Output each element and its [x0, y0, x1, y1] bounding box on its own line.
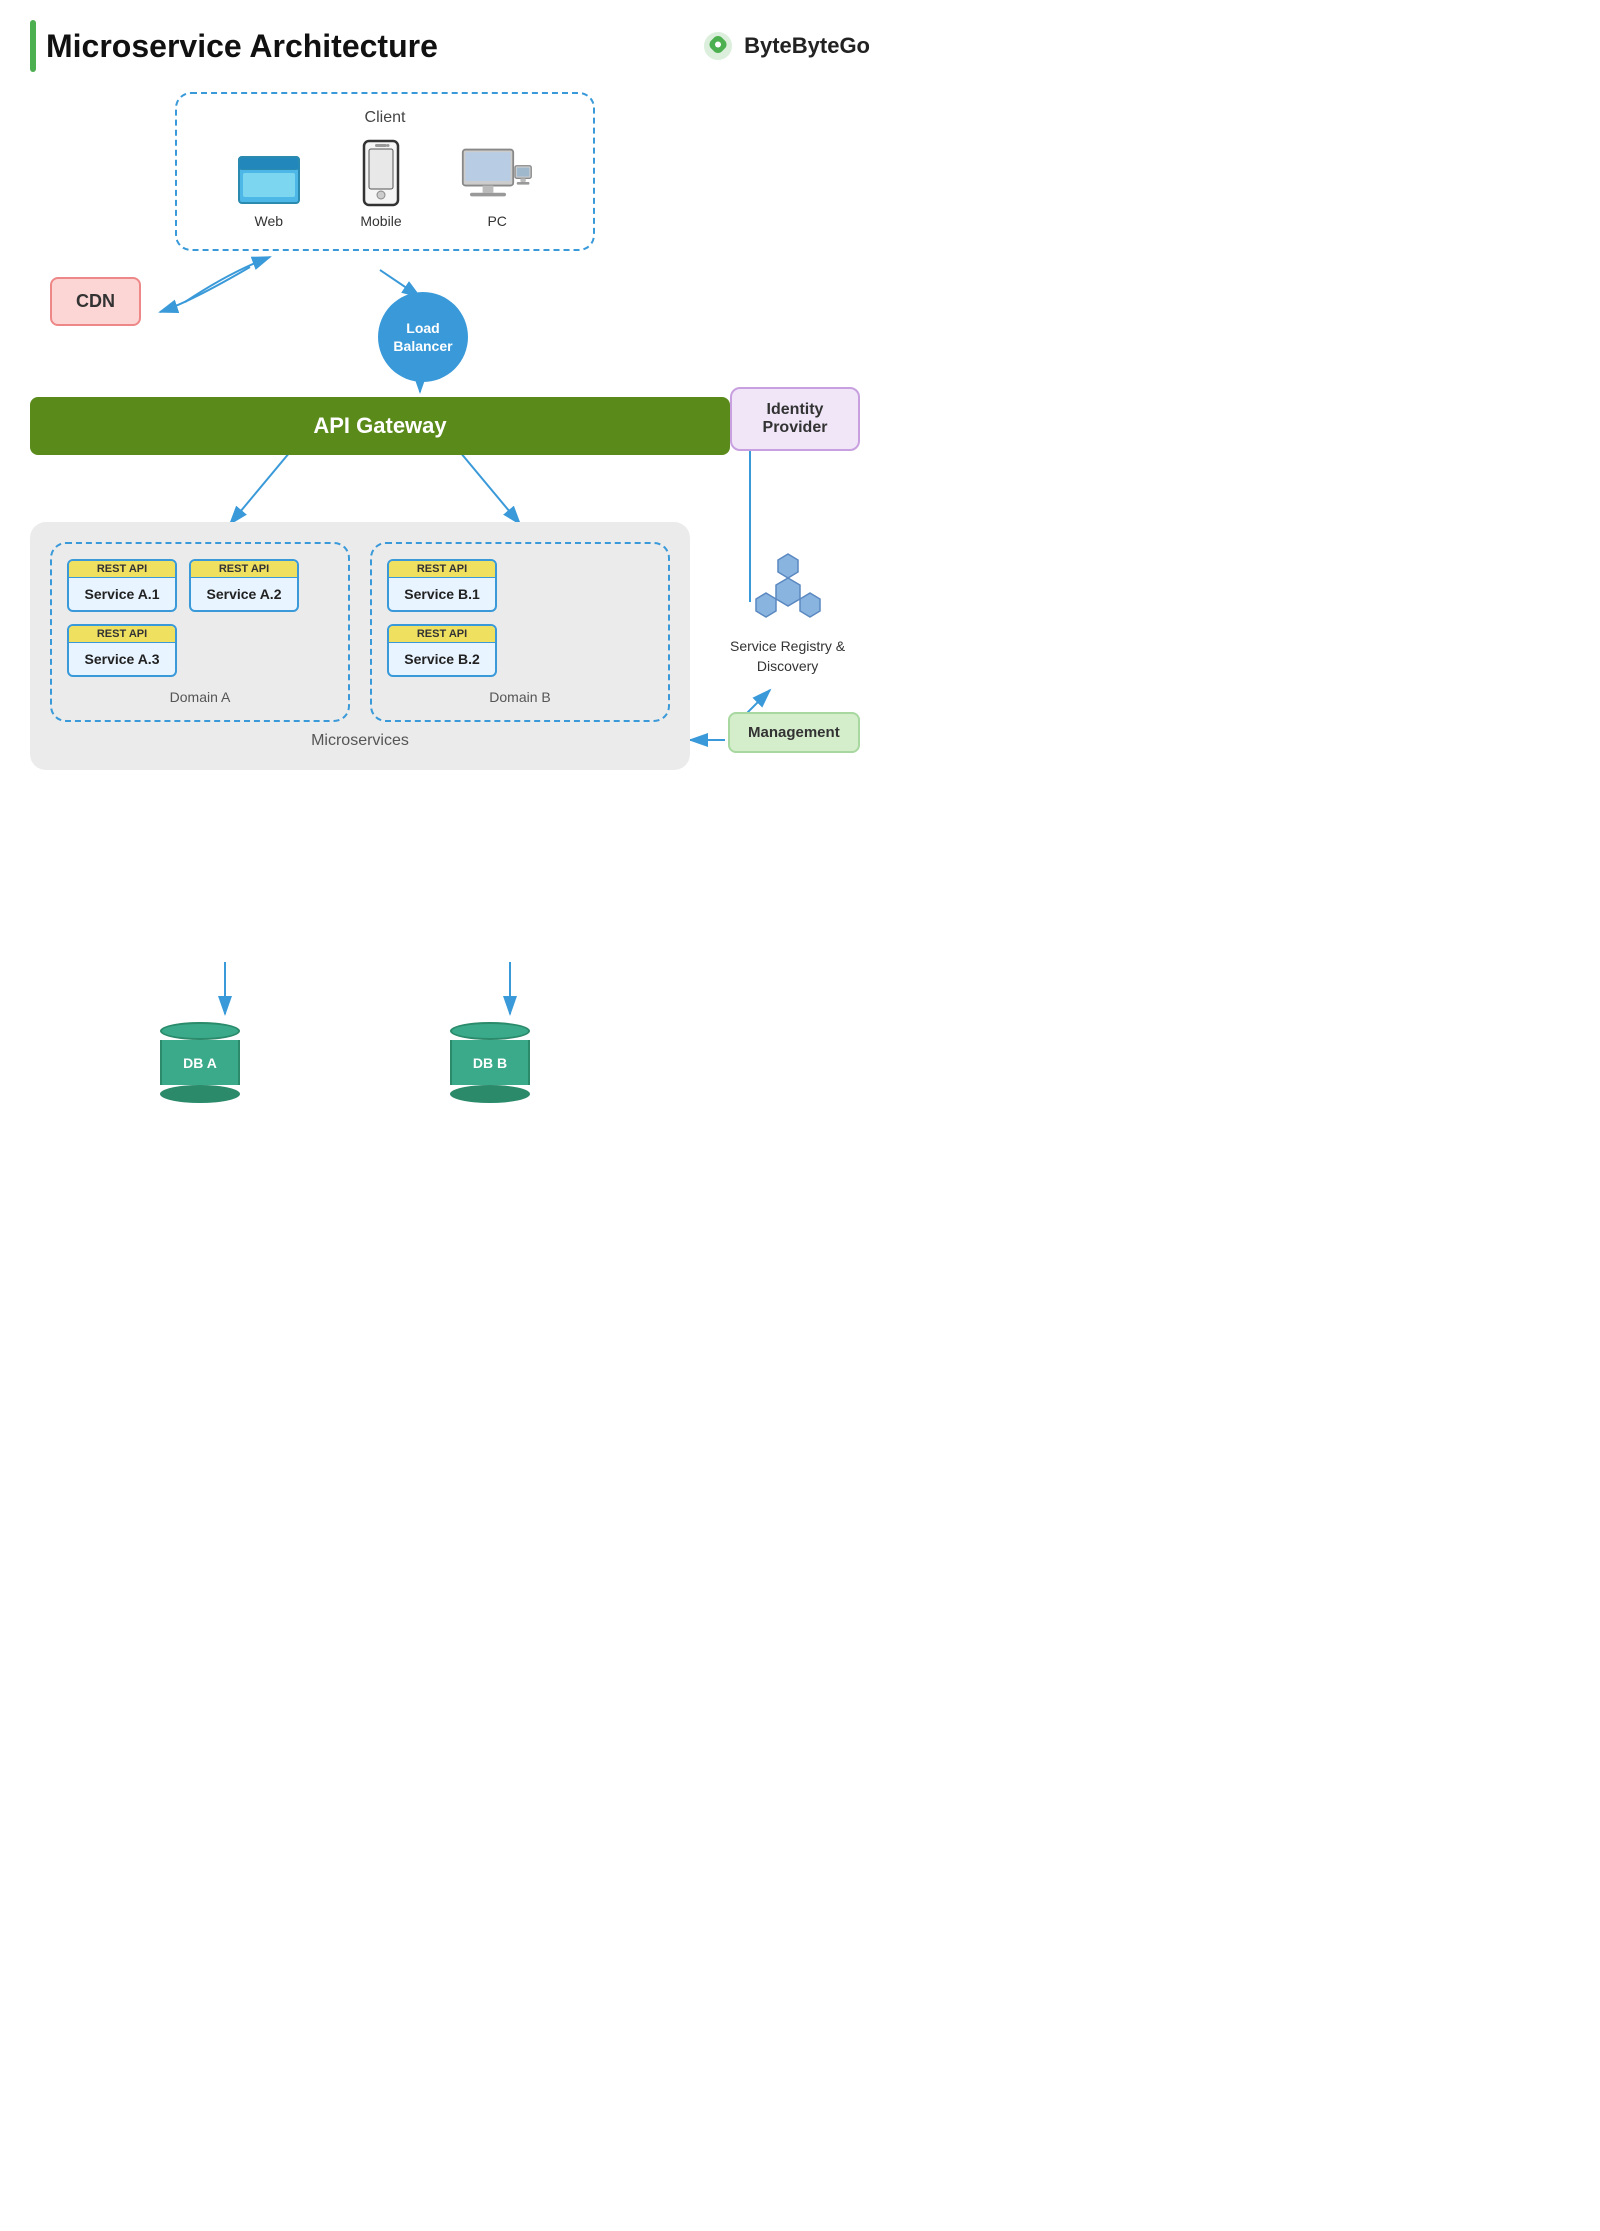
load-balancer: LoadBalancer [378, 292, 468, 382]
logo: ByteByteGo [700, 28, 870, 64]
client-label: Client [207, 109, 563, 127]
client-box: Client Web [175, 92, 595, 251]
db-a-bottom [160, 1085, 240, 1103]
lb-label: LoadBalancer [393, 319, 452, 355]
domain-b-services-row2: REST API Service B.2 [387, 624, 653, 677]
web-browser-icon [237, 155, 301, 207]
domain-b-services-row1: REST API Service B.1 [387, 559, 653, 612]
db-a: DB A [160, 1022, 240, 1103]
logo-text: ByteByteGo [744, 33, 870, 59]
service-a3: REST API Service A.3 [67, 624, 177, 677]
service-a1-api: REST API [69, 561, 175, 578]
service-b1-name: Service B.1 [389, 578, 495, 610]
service-b1-api: REST API [389, 561, 495, 578]
api-gateway-label: API Gateway [313, 413, 446, 438]
service-registry-label: Service Registry &Discovery [730, 637, 845, 676]
service-b2-api: REST API [389, 626, 495, 643]
identity-provider: IdentityProvider [730, 387, 860, 451]
service-a2-api: REST API [191, 561, 297, 578]
service-registry-icon [748, 552, 828, 632]
service-b2: REST API Service B.2 [387, 624, 497, 677]
title-bar-decoration [30, 20, 36, 72]
service-registry: Service Registry &Discovery [730, 552, 845, 676]
domains-row: REST API Service A.1 REST API Service A.… [50, 542, 670, 722]
pc-computer-icon [461, 147, 533, 207]
api-gateway-row: API Gateway [30, 397, 730, 455]
domain-b-box: REST API Service B.1 REST API Service B.… [370, 542, 670, 722]
microservices-label: Microservices [50, 732, 670, 750]
db-a-top [160, 1022, 240, 1040]
service-a1: REST API Service A.1 [67, 559, 177, 612]
db-b-label: DB B [473, 1055, 507, 1071]
cdn-box: CDN [50, 277, 141, 326]
mobile-label: Mobile [360, 213, 401, 229]
management-label: Management [748, 724, 840, 741]
domain-b-label: Domain B [387, 689, 653, 705]
management-box: Management [728, 712, 860, 753]
client-web: Web [237, 155, 301, 229]
client-icons: Web Mobile [207, 139, 563, 229]
db-a-label: DB A [183, 1055, 217, 1071]
db-a-body: DB A [160, 1040, 240, 1085]
client-mobile: Mobile [360, 139, 401, 229]
page-title: Microservice Architecture [46, 28, 438, 65]
web-label: Web [255, 213, 284, 229]
page-title-container: Microservice Architecture [30, 20, 438, 72]
service-a1-name: Service A.1 [69, 578, 175, 610]
domain-a-services-row2: REST API Service A.3 [67, 624, 333, 677]
service-b1: REST API Service B.1 [387, 559, 497, 612]
pc-label: PC [487, 213, 506, 229]
diagram: Client Web [30, 92, 870, 1242]
db-b-top [450, 1022, 530, 1040]
client-pc: PC [461, 147, 533, 229]
identity-provider-label: IdentityProvider [763, 401, 828, 436]
service-a3-name: Service A.3 [69, 643, 175, 675]
service-b2-name: Service B.2 [389, 643, 495, 675]
service-a2-name: Service A.2 [191, 578, 297, 610]
domain-a-label: Domain A [67, 689, 333, 705]
cdn-label: CDN [76, 291, 115, 311]
domain-a-services-row1: REST API Service A.1 REST API Service A.… [67, 559, 333, 612]
db-b-bottom [450, 1085, 530, 1103]
service-a3-api: REST API [69, 626, 175, 643]
db-b-body: DB B [450, 1040, 530, 1085]
header: Microservice Architecture ByteByteGo [30, 20, 870, 72]
mobile-phone-icon [361, 139, 401, 207]
domain-a-box: REST API Service A.1 REST API Service A.… [50, 542, 350, 722]
db-b: DB B [450, 1022, 530, 1103]
api-gateway-box: API Gateway [30, 397, 730, 455]
logo-icon [700, 28, 736, 64]
microservices-area: REST API Service A.1 REST API Service A.… [30, 522, 690, 770]
service-a2: REST API Service A.2 [189, 559, 299, 612]
